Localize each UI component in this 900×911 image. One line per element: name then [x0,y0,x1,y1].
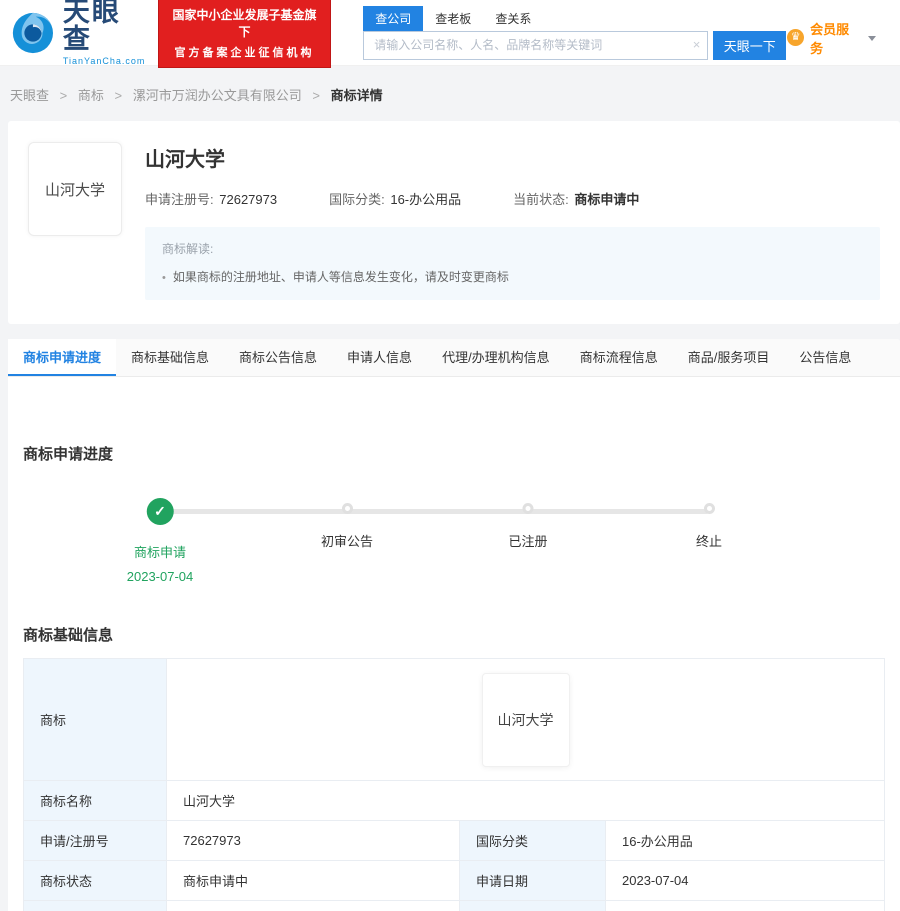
trademark-image: 山河大学 [28,142,122,236]
breadcrumb-separator: > [60,88,68,103]
tab-basic-info[interactable]: 商标基础信息 [116,339,224,376]
tab-announcement-info[interactable]: 商标公告信息 [224,339,332,376]
chevron-down-icon [868,36,876,41]
search-input[interactable] [363,31,708,60]
field-international-class: 国际分类: 16-办公用品 [329,189,461,208]
trademark-content-card: 商标申请进度 商标基础信息 商标公告信息 申请人信息 代理/办理机构信息 商标流… [8,339,900,911]
basic-info-table: 商标 山河大学 商标名称 山河大学 申请/注册号 72627973 国际分类 1… [23,658,885,911]
pending-circle-icon [341,503,352,514]
trademark-detail-card: 山河大学 山河大学 申请注册号: 72627973 国际分类: 16-办公用品 … [8,121,900,324]
breadcrumb-home[interactable]: 天眼查 [10,88,49,103]
trademark-fields: 申请注册号: 72627973 国际分类: 16-办公用品 当前状态: 商标申请… [145,189,880,208]
tab-process-info[interactable]: 商标流程信息 [565,339,673,376]
tianyancha-logo[interactable]: 天眼查 TianYanCha.com [10,0,150,66]
tab-application-progress[interactable]: 商标申请进度 [8,339,116,376]
breadcrumb: 天眼查 > 商标 > 漯河市万润办公文具有限公司 > 商标详情 [0,66,900,121]
table-row: 商标名称 山河大学 [24,781,885,821]
interpretation-item: 如果商标的注册地址、申请人等信息发生变化，请及时变更商标 [162,268,863,285]
field-registration-number: 申请注册号: 72627973 [145,189,277,208]
progress-timeline: 商标申请 2023-07-04 初审公告 已注册 终止 [23,498,885,598]
step-application: 商标申请 2023-07-04 [127,498,194,584]
basic-info-heading: 商标基础信息 [23,624,885,645]
breadcrumb-company[interactable]: 漯河市万润办公文具有限公司 [133,88,302,103]
member-service-label: 会员服务 [810,19,862,57]
trademark-title: 山河大学 [145,143,880,172]
breadcrumb-trademark[interactable]: 商标 [78,88,104,103]
clear-icon[interactable]: × [693,37,701,52]
interpretation-title: 商标解读: [162,240,863,257]
detail-tabbar: 商标申请进度 商标基础信息 商标公告信息 申请人信息 代理/办理机构信息 商标流… [8,339,900,377]
table-row: 商标状态 商标申请中 申请日期 2023-07-04 [24,861,885,901]
pending-circle-icon [522,503,533,514]
timeline-line [160,509,709,514]
trademark-interpretation: 商标解读: 如果商标的注册地址、申请人等信息发生变化，请及时变更商标 [145,227,880,300]
basic-info-section: 商标基础信息 商标 山河大学 商标名称 山河大学 申请/注册号 72627973… [8,624,900,911]
breadcrumb-separator: > [115,88,123,103]
tab-gazette-info[interactable]: 公告信息 [784,339,866,376]
tab-applicant-info[interactable]: 申请人信息 [332,339,427,376]
top-header: 天眼查 TianYanCha.com 国家中小企业发展子基金旗下 官方备案企业征… [0,0,900,66]
search-tab-boss[interactable]: 查老板 [423,6,483,31]
progress-section: 商标申请进度 商标申请 2023-07-04 初审公告 已注册 终止 [8,443,900,598]
brand-name: 天眼查 [63,0,150,53]
table-row: 申请/注册号 72627973 国际分类 16-办公用品 [24,821,885,861]
table-row: 商标 山河大学 [24,659,885,781]
step-terminated: 终止 [696,498,722,550]
search-tabs: 查公司 查老板 查关系 [363,6,787,31]
tab-goods-services[interactable]: 商品/服务项目 [673,339,785,376]
breadcrumb-current: 商标详情 [331,88,383,103]
member-service[interactable]: 会员服务 [787,19,876,57]
search-button[interactable]: 天眼一下 [713,31,786,60]
tianyancha-logo-icon [10,10,56,56]
check-circle-icon [147,498,174,525]
badge-line2: 官方备案企业征信机构 [167,44,323,60]
crown-icon [787,29,804,46]
table-row: 国际商标 否 国际注册日期 - [24,901,885,911]
field-current-status: 当前状态: 商标申请中 [513,189,639,208]
search-tab-company[interactable]: 查公司 [363,6,423,31]
pending-circle-icon [703,503,714,514]
search-block: 查公司 查老板 查关系 × 天眼一下 [363,6,787,60]
tab-agency-info[interactable]: 代理/办理机构信息 [427,339,565,376]
trademark-image-table: 山河大学 [482,673,570,767]
progress-heading: 商标申请进度 [23,443,885,464]
official-certification-badge: 国家中小企业发展子基金旗下 官方备案企业征信机构 [158,0,332,68]
step-registered: 已注册 [508,498,547,550]
brand-domain: TianYanCha.com [63,57,150,66]
step-preliminary-announcement: 初审公告 [321,498,373,550]
badge-line1: 国家中小企业发展子基金旗下 [167,6,323,40]
search-tab-relation[interactable]: 查关系 [483,6,543,31]
breadcrumb-separator: > [312,88,320,103]
step-date: 2023-07-04 [127,569,194,584]
